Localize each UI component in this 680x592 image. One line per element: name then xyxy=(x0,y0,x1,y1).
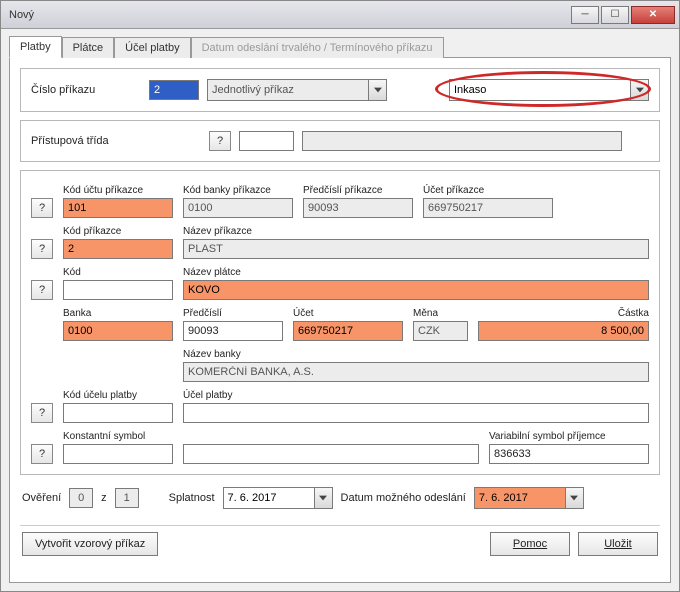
overeni-z: z xyxy=(101,492,107,504)
pristup-desc xyxy=(302,131,622,151)
kod-uctu-prikazce-help[interactable]: ? xyxy=(31,198,53,218)
pristup-help-button[interactable]: ? xyxy=(209,131,231,151)
castka-label: Částka xyxy=(478,308,649,319)
main-block: ? Kód účtu příkazce Kód banky příkazce P… xyxy=(20,170,660,475)
castka-input[interactable] xyxy=(478,321,649,341)
row-prikazce-name: ? Kód příkazce Název příkazce xyxy=(31,226,649,259)
row-prikazce-acc: ? Kód účtu příkazce Kód banky příkazce P… xyxy=(31,185,649,218)
kod-banky-prikazce-input xyxy=(183,198,293,218)
row-ucel: ? Kód účelu platby Účel platby xyxy=(31,390,649,423)
chevron-down-icon xyxy=(631,79,649,101)
nazev-platce-input[interactable] xyxy=(183,280,649,300)
overeni-val1 xyxy=(69,488,93,508)
datum-odeslani-value: 7. 6. 2017 xyxy=(479,492,528,504)
tab-platce[interactable]: Plátce xyxy=(62,37,115,58)
typ-select[interactable]: Inkaso xyxy=(449,79,649,101)
window: Nový ─ ☐ ✕ Platby Plátce Účel platby Dat… xyxy=(0,0,680,592)
pristup-group: Přístupová třída ? xyxy=(20,120,660,162)
predcisli-prikazce-input xyxy=(303,198,413,218)
splatnost-date[interactable]: 7. 6. 2017 xyxy=(223,487,333,509)
banka-label: Banka xyxy=(63,308,173,319)
datum-odeslani-label: Datum možného odeslání xyxy=(341,492,466,504)
ucet-prikazce-input xyxy=(423,198,553,218)
overeni-label: Ověření xyxy=(22,492,61,504)
kod-prikazce-help[interactable]: ? xyxy=(31,239,53,259)
datum-odeslani-date[interactable]: 7. 6. 2017 xyxy=(474,487,584,509)
nazev-prikazce-label: Název příkazce xyxy=(183,226,649,237)
footer-dates-row: Ověření z Splatnost 7. 6. 2017 Datum mož… xyxy=(20,483,660,513)
row-symbols: ? Konstantní symbol Variabilní symbol př… xyxy=(31,431,649,464)
kod-ucelu-label: Kód účelu platby xyxy=(63,390,173,401)
kod-uctu-prikazce-input[interactable] xyxy=(63,198,173,218)
head-row: Číslo příkazu Jednotlivý příkaz Inkaso xyxy=(31,79,649,101)
var-symbol-input[interactable] xyxy=(489,444,649,464)
kod-ucelu-help[interactable]: ? xyxy=(31,403,53,423)
cislo-prikazu-label: Číslo příkazu xyxy=(31,84,141,96)
window-title: Nový xyxy=(5,9,571,21)
mena-input xyxy=(413,321,468,341)
kod-platce-input[interactable] xyxy=(63,280,173,300)
splatnost-label: Splatnost xyxy=(169,492,215,504)
kod-prikazce-input[interactable] xyxy=(63,239,173,259)
predcisli-label: Předčíslí xyxy=(183,308,283,319)
pristup-label: Přístupová třída xyxy=(31,135,201,147)
konst-symbol-input[interactable] xyxy=(63,444,173,464)
titlebar-buttons: ─ ☐ ✕ xyxy=(571,6,675,24)
ucet-prikazce-label: Účet příkazce xyxy=(423,185,553,196)
chevron-down-icon xyxy=(315,487,333,509)
tab-datum[interactable]: Datum odeslání trvalého / Termínového př… xyxy=(191,37,444,58)
row-nazev-banky: Název banky xyxy=(31,349,649,382)
banka-input[interactable] xyxy=(63,321,173,341)
konst-symbol-help[interactable]: ? xyxy=(31,444,53,464)
overeni-val2 xyxy=(115,488,139,508)
symbol-mid-input[interactable] xyxy=(183,444,479,464)
kod-platce-help[interactable]: ? xyxy=(31,280,53,300)
vzor-button[interactable]: Vytvořit vzorový příkaz xyxy=(22,532,158,556)
konst-symbol-label: Konstantní symbol xyxy=(63,431,173,442)
minimize-button[interactable]: ─ xyxy=(571,6,599,24)
cislo-prikazu-input[interactable] xyxy=(149,80,199,100)
kod-uctu-prikazce-label: Kód účtu příkazce xyxy=(63,185,173,196)
row-platce: ? Kód Název plátce xyxy=(31,267,649,300)
kod-ucelu-input[interactable] xyxy=(63,403,173,423)
pomoc-button[interactable]: Pomoc xyxy=(490,532,570,556)
chevron-down-icon xyxy=(369,79,387,101)
maximize-button[interactable]: ☐ xyxy=(601,6,629,24)
tabs: Platby Plátce Účel platby Datum odeslání… xyxy=(1,29,679,57)
druh-select-value: Jednotlivý příkaz xyxy=(212,84,294,96)
head-group: Číslo příkazu Jednotlivý příkaz Inkaso xyxy=(20,68,660,112)
row-account: Banka Předčíslí Účet Měna xyxy=(31,308,649,341)
tab-platby[interactable]: Platby xyxy=(9,36,62,58)
nazev-platce-label: Název plátce xyxy=(183,267,649,278)
pristup-row: Přístupová třída ? xyxy=(31,131,649,151)
ucet-label: Účet xyxy=(293,308,403,319)
ulozit-button[interactable]: Uložit xyxy=(578,532,658,556)
mena-label: Měna xyxy=(413,308,468,319)
kod-prikazce-label: Kód příkazce xyxy=(63,226,173,237)
chevron-down-icon xyxy=(566,487,584,509)
typ-select-value: Inkaso xyxy=(454,84,486,96)
splatnost-value: 7. 6. 2017 xyxy=(228,492,277,504)
kod-banky-prikazce-label: Kód banky příkazce xyxy=(183,185,293,196)
bottom-bar: Vytvořit vzorový příkaz Pomoc Uložit xyxy=(20,525,660,558)
ucet-input[interactable] xyxy=(293,321,403,341)
var-symbol-label: Variabilní symbol příjemce xyxy=(489,431,649,442)
tab-body: Číslo příkazu Jednotlivý příkaz Inkaso xyxy=(9,57,671,583)
tab-ucel[interactable]: Účel platby xyxy=(114,37,190,58)
nazev-prikazce-input xyxy=(183,239,649,259)
close-button[interactable]: ✕ xyxy=(631,6,675,24)
predcisli-input[interactable] xyxy=(183,321,283,341)
nazev-banky-label: Název banky xyxy=(183,349,649,360)
druh-select[interactable]: Jednotlivý příkaz xyxy=(207,79,387,101)
nazev-banky-input xyxy=(183,362,649,382)
pristup-input[interactable] xyxy=(239,131,294,151)
ucel-platby-label: Účel platby xyxy=(183,390,649,401)
predcisli-prikazce-label: Předčíslí příkazce xyxy=(303,185,413,196)
titlebar: Nový ─ ☐ ✕ xyxy=(1,1,679,29)
ucel-platby-input[interactable] xyxy=(183,403,649,423)
kod-platce-label: Kód xyxy=(63,267,173,278)
